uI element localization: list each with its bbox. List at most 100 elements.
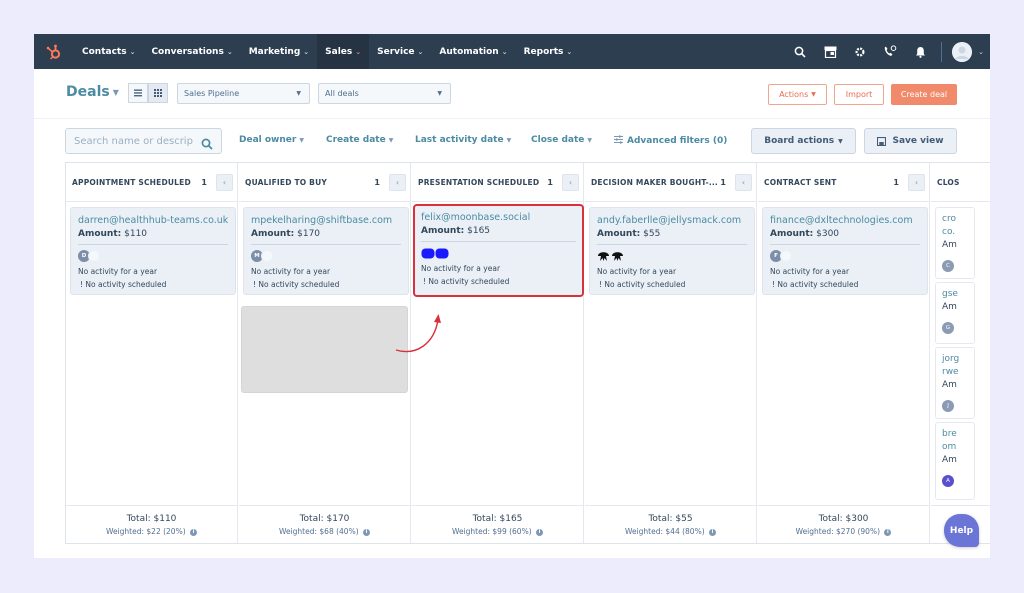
company-avatar[interactable] [261,250,273,262]
filter-bar: Deal owner▼ Create date▼ Last activity d… [34,127,990,155]
column-total: Total: $300 [818,514,869,524]
marketplace-icon[interactable] [815,34,845,69]
nav-sales[interactable]: Sales ⌄ [317,34,370,69]
deal-name[interactable]: rwe [942,366,974,379]
info-icon[interactable]: i [190,528,198,536]
import-button[interactable]: Import [834,84,884,105]
company-logo-icon[interactable] [597,250,625,262]
nav-reports[interactable]: Reports ⌄ [516,34,581,69]
board-column-partial: CLOS cro co. Am C gse Am G jorg rwe Am J… [931,163,990,543]
caret-down-icon: ▼ [299,137,304,144]
pipeline-select-value: Sales Pipeline [184,89,240,98]
deal-name[interactable]: finance@dxltechnologies.com [770,215,920,226]
pipeline-select[interactable]: Sales Pipeline ▼ [177,83,310,104]
hubspot-logo[interactable] [34,34,74,69]
company-avatar[interactable] [780,250,792,262]
collapse-column-button[interactable]: ‹ [389,174,406,191]
deal-card[interactable]: jorg rwe Am J [935,347,975,419]
help-button[interactable]: Help [944,514,979,547]
search-input[interactable] [74,135,194,147]
collapse-column-button[interactable]: ‹ [216,174,233,191]
deal-card-highlighted[interactable]: felix@moonbase.social Amount: $165 No ac… [413,204,584,297]
nav-service[interactable]: Service ⌄ [369,34,431,69]
board-column: CONTRACT SENT 1 ‹ finance@dxltechnologie… [758,163,930,543]
create-date-filter[interactable]: Create date ▼ [326,135,393,145]
collapse-column-button[interactable]: ‹ [735,174,752,191]
page-title[interactable]: Deals ▼ [66,84,119,100]
nav-conversations[interactable]: Conversations ⌄ [143,34,240,69]
column-title: CONTRACT SENT [764,177,837,187]
owner-avatar[interactable]: J [942,400,954,412]
board-column: APPOINTMENT SCHEDULED 1 ‹ darren@healthh… [66,163,238,543]
deal-card[interactable]: finance@dxltechnologies.com Amount: $300… [762,207,928,295]
drop-placeholder [241,306,408,393]
next-activity: ! No activity scheduled [599,280,686,289]
collapse-column-button[interactable]: ‹ [562,174,579,191]
deal-name[interactable]: mpekelharing@shiftbase.com [251,215,401,226]
chevron-down-icon: ⌄ [417,47,424,56]
last-activity: No activity for a year [78,267,158,276]
create-deal-button[interactable]: Create deal [891,84,957,105]
collapse-column-button[interactable]: ‹ [908,174,925,191]
deal-card[interactable]: andy.faberlle@jellysmack.com Amount: $55… [589,207,755,295]
deal-name[interactable]: gse [942,288,974,301]
actions-button[interactable]: Actions ▼ [768,84,827,105]
chevron-down-icon[interactable]: ⌄ [978,48,984,56]
last-activity-date-filter[interactable]: Last activity date ▼ [415,135,511,145]
deal-name[interactable]: co. [942,226,974,239]
board-column: PRESENTATION SCHEDULED 1 ‹ felix@moonbas… [412,163,584,543]
deal-name[interactable]: cro [942,213,974,226]
owner-avatar[interactable]: A [942,475,954,487]
gear-icon[interactable] [845,34,875,69]
save-view-button[interactable]: Save view [864,128,957,154]
column-footer: Total: $300 Weighted: $270 (90%) i [758,505,929,543]
search-icon[interactable] [201,135,213,154]
next-activity: ! No activity scheduled [772,280,859,289]
deal-name[interactable]: bre [942,428,974,441]
owner-avatar[interactable]: G [942,322,954,334]
deal-amount: Amount: $170 [251,229,321,239]
info-icon[interactable]: i [536,528,544,536]
advanced-filters-button[interactable]: Advanced filters (0) [614,135,727,146]
owner-avatar[interactable]: C [942,260,954,272]
close-date-filter[interactable]: Close date ▼ [531,135,592,145]
board-actions-button[interactable]: Board actions ▼ [751,128,856,154]
user-avatar[interactable] [952,41,973,62]
deal-card[interactable]: bre om Am A [935,422,975,500]
info-icon[interactable]: i [884,528,892,536]
deal-card[interactable]: gse Am G [935,282,975,344]
deal-name[interactable]: darren@healthhub-teams.co.uk [78,215,228,226]
bell-icon[interactable] [905,34,935,69]
deal-card[interactable]: darren@healthhub-teams.co.uk Amount: $11… [70,207,236,295]
column-total: Total: $110 [126,514,177,524]
info-icon[interactable]: i [709,528,717,536]
column-body: finance@dxltechnologies.com Amount: $300… [758,202,929,505]
deals-view-select[interactable]: All deals ▼ [318,83,451,104]
hubspot-app: Contacts ⌄ Conversations ⌄ Marketing ⌄ Sale… [34,34,990,558]
company-avatar[interactable] [88,250,100,262]
info-icon[interactable]: i [363,528,371,536]
column-weighted: Weighted: $68 (40%) i [239,527,410,536]
column-weighted: Weighted: $22 (20%) i [66,527,237,536]
board-view-button[interactable] [148,83,168,103]
company-logo-icon[interactable] [421,248,449,259]
nav-automation[interactable]: Automation ⌄ [431,34,515,69]
calling-icon[interactable] [875,34,905,69]
search-box [65,128,222,154]
grid-icon [154,89,162,97]
deal-name[interactable]: jorg [942,353,974,366]
deal-owner-filter[interactable]: Deal owner ▼ [239,135,304,145]
list-view-button[interactable] [128,83,148,103]
nav-marketing[interactable]: Marketing ⌄ [241,34,317,69]
deal-card[interactable]: cro co. Am C [935,207,975,279]
deal-card[interactable]: mpekelharing@shiftbase.com Amount: $170 … [243,207,409,295]
deal-name[interactable]: om [942,441,974,454]
search-icon[interactable] [785,34,815,69]
deal-name[interactable]: andy.faberlle@jellysmack.com [597,215,747,226]
deal-name[interactable]: felix@moonbase.social [421,212,576,223]
nav-contacts[interactable]: Contacts ⌄ [74,34,143,69]
caret-down-icon: ▼ [296,90,301,97]
column-count: 1 [201,177,207,187]
caret-down-icon: ▼ [587,137,593,144]
card-divider [251,244,401,245]
